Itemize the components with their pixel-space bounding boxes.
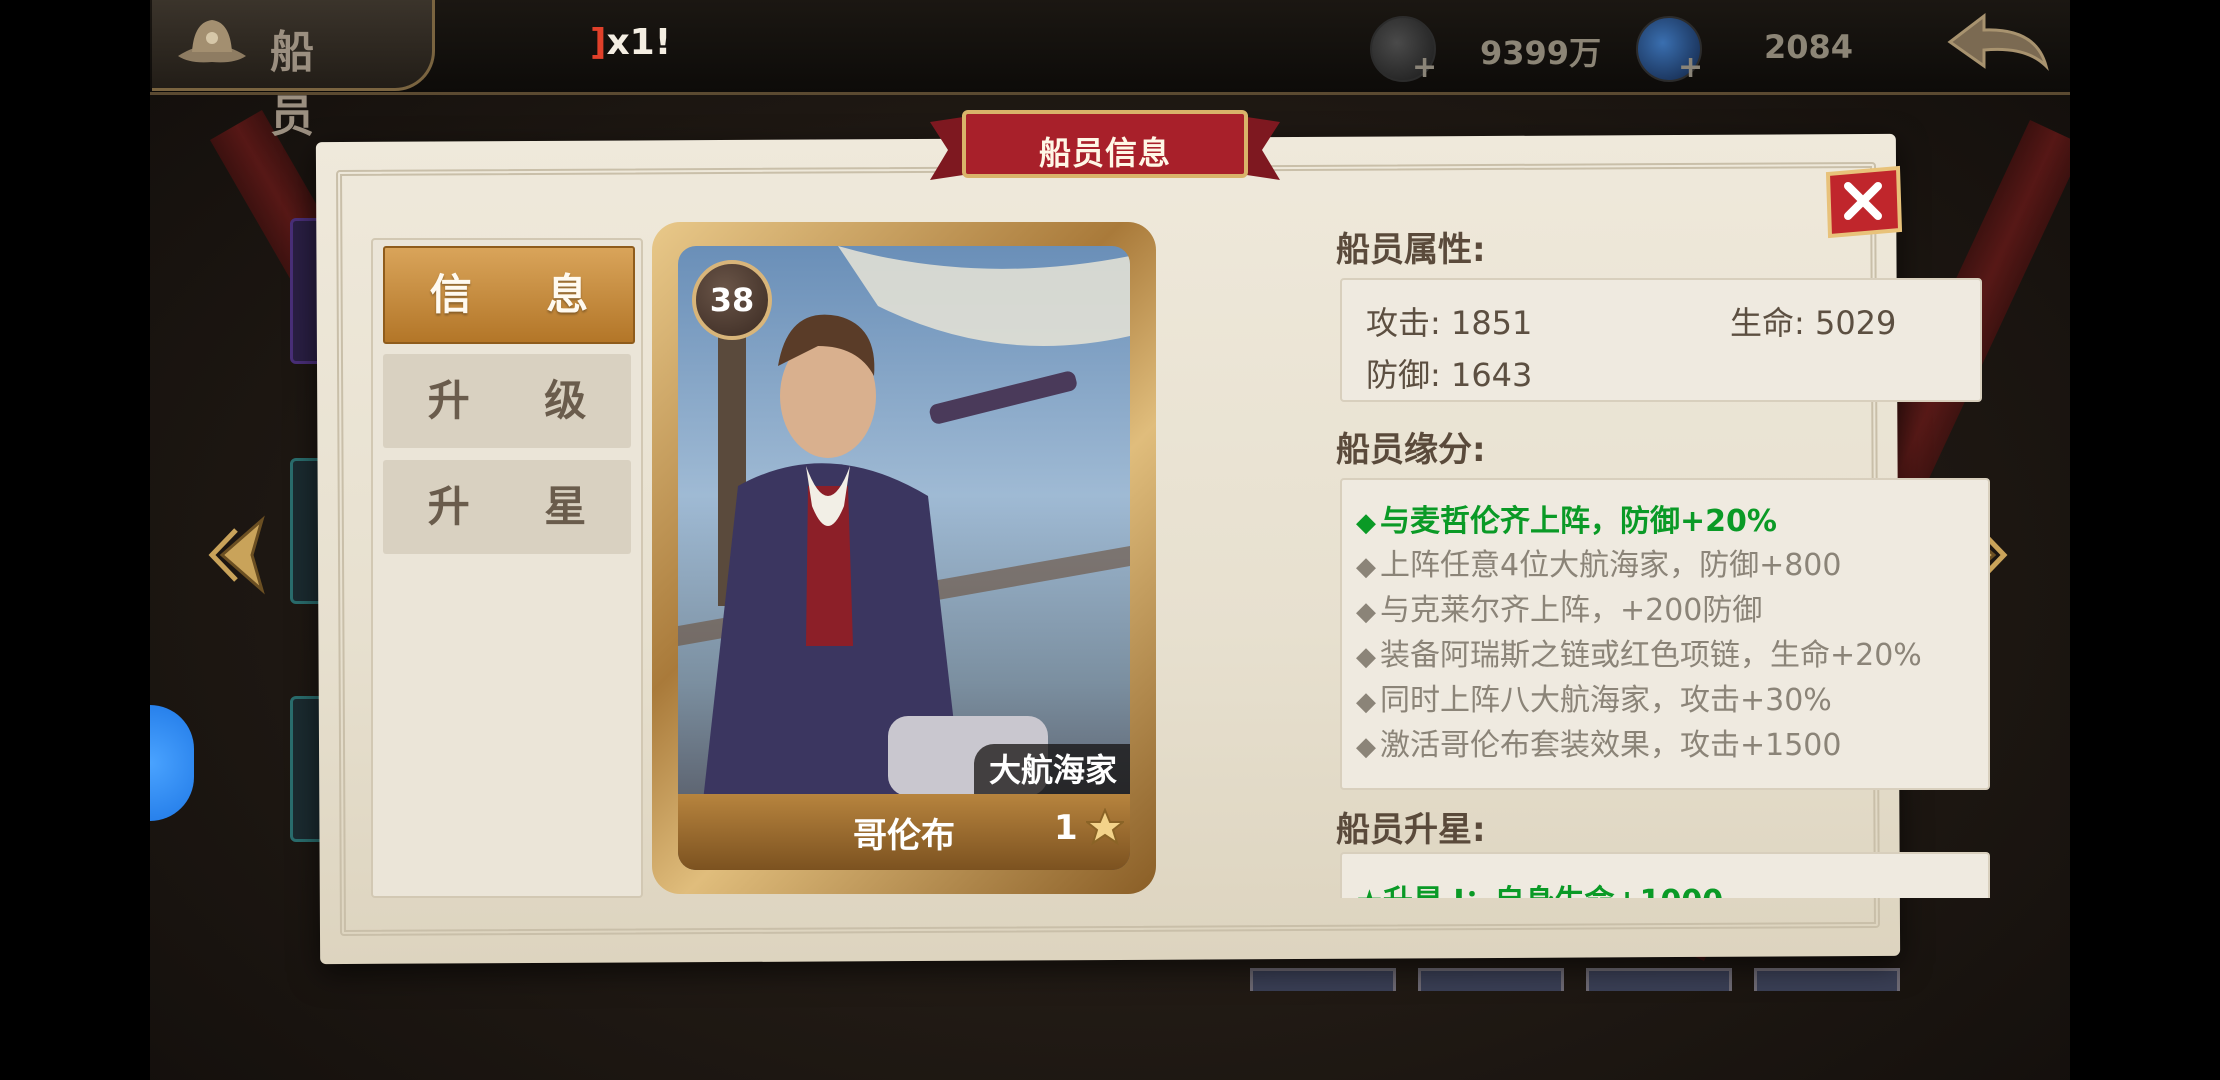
- name-bar: 哥伦布 1: [678, 794, 1130, 870]
- bond-item: ◆ 装备阿瑞斯之链或红色项链，生命+20%: [1356, 638, 1922, 673]
- pirate-hat-icon: [178, 20, 246, 63]
- star-up-box: ★升星 I：自身生命+1000: [1340, 852, 1990, 898]
- hp-stat: 生命: 5029: [1730, 304, 1897, 342]
- diamond-bullet-icon: ◆: [1356, 552, 1376, 582]
- game-screen: 船 员 ]x1! + 9399万 + 2084 船员信息 信 息 升 级 升 星…: [150, 0, 2070, 1080]
- tab-level-up[interactable]: 升 级: [383, 354, 631, 448]
- bond-item: ◆ 与克莱尔齐上阵，+200防御: [1356, 593, 1763, 628]
- crew-slot[interactable]: [1586, 968, 1732, 991]
- marquee-text: x1!: [606, 22, 672, 63]
- close-x-icon[interactable]: [1822, 164, 1904, 240]
- gem-value: 2084: [1764, 28, 1854, 66]
- tab-star-up[interactable]: 升 星: [383, 460, 631, 554]
- page-title: 船 员: [270, 27, 340, 142]
- previous-crew-arrow-icon[interactable]: [202, 510, 282, 600]
- diamond-bullet-icon: ◆: [1356, 642, 1376, 672]
- marquee-bracket: ]: [590, 22, 607, 63]
- bond-item: ◆ 同时上阵八大航海家，攻击+30%: [1356, 683, 1832, 718]
- gold-resource[interactable]: + 9399万: [1370, 16, 1640, 85]
- diamond-bullet-icon: ◆: [1356, 687, 1376, 717]
- add-gold-icon[interactable]: +: [1412, 50, 1437, 85]
- top-bar: 船 员 ]x1! + 9399万 + 2084: [150, 0, 2070, 142]
- crew-card: 38 大航海家 哥伦布 1: [652, 222, 1156, 894]
- star-up-heading: 船员升星:: [1336, 810, 1486, 850]
- crew-slot[interactable]: [1418, 968, 1564, 991]
- star-icon: [1086, 808, 1124, 846]
- attributes-box: 攻击: 1851 生命: 5029 防御: 1643: [1340, 278, 1982, 402]
- bonds-heading: 船员缘分:: [1336, 430, 1486, 470]
- floating-side-button[interactable]: [150, 705, 194, 821]
- defense-stat: 防御: 1643: [1366, 356, 1533, 394]
- diamond-bullet-icon: ◆: [1356, 732, 1376, 762]
- bonds-box: ◆ 与麦哲伦齐上阵，防御+20% ◆ 上阵任意4位大航海家，防御+800 ◆ 与克莱尔…: [1340, 478, 1990, 790]
- star-count: 1: [1054, 808, 1078, 848]
- back-arrow-icon[interactable]: [1940, 10, 2060, 82]
- crew-portrait: 38 大航海家: [678, 246, 1130, 870]
- dialog-title: 船员信息: [1038, 134, 1171, 172]
- level-badge: 38: [692, 260, 772, 340]
- marquee-message: ]x1!: [590, 22, 671, 63]
- gem-resource[interactable]: + 2084: [1636, 16, 1866, 85]
- bond-item: ◆ 与麦哲伦齐上阵，防御+20%: [1356, 504, 1777, 539]
- bond-item: ◆ 激活哥伦布套装效果，攻击+1500: [1356, 728, 1842, 763]
- bond-item: ◆ 上阵任意4位大航海家，防御+800: [1356, 548, 1842, 583]
- title-plate: 船 员: [152, 0, 435, 142]
- tab-panel: 信 息 升 级 升 星: [371, 238, 643, 898]
- attributes-heading: 船员属性:: [1336, 230, 1486, 270]
- gold-value: 9399万: [1480, 34, 1602, 72]
- crew-slot[interactable]: [1754, 968, 1900, 991]
- add-gem-icon[interactable]: +: [1678, 50, 1703, 85]
- rank-label: 大航海家: [974, 744, 1130, 796]
- diamond-bullet-icon: ◆: [1356, 597, 1376, 627]
- attack-stat: 攻击: 1851: [1366, 304, 1533, 342]
- crew-slot[interactable]: [1250, 968, 1396, 991]
- diamond-bullet-icon: ◆: [1356, 508, 1376, 538]
- star-up-line: ★升星 I：自身生命+1000: [1356, 876, 1723, 898]
- tab-info[interactable]: 信 息: [383, 246, 635, 344]
